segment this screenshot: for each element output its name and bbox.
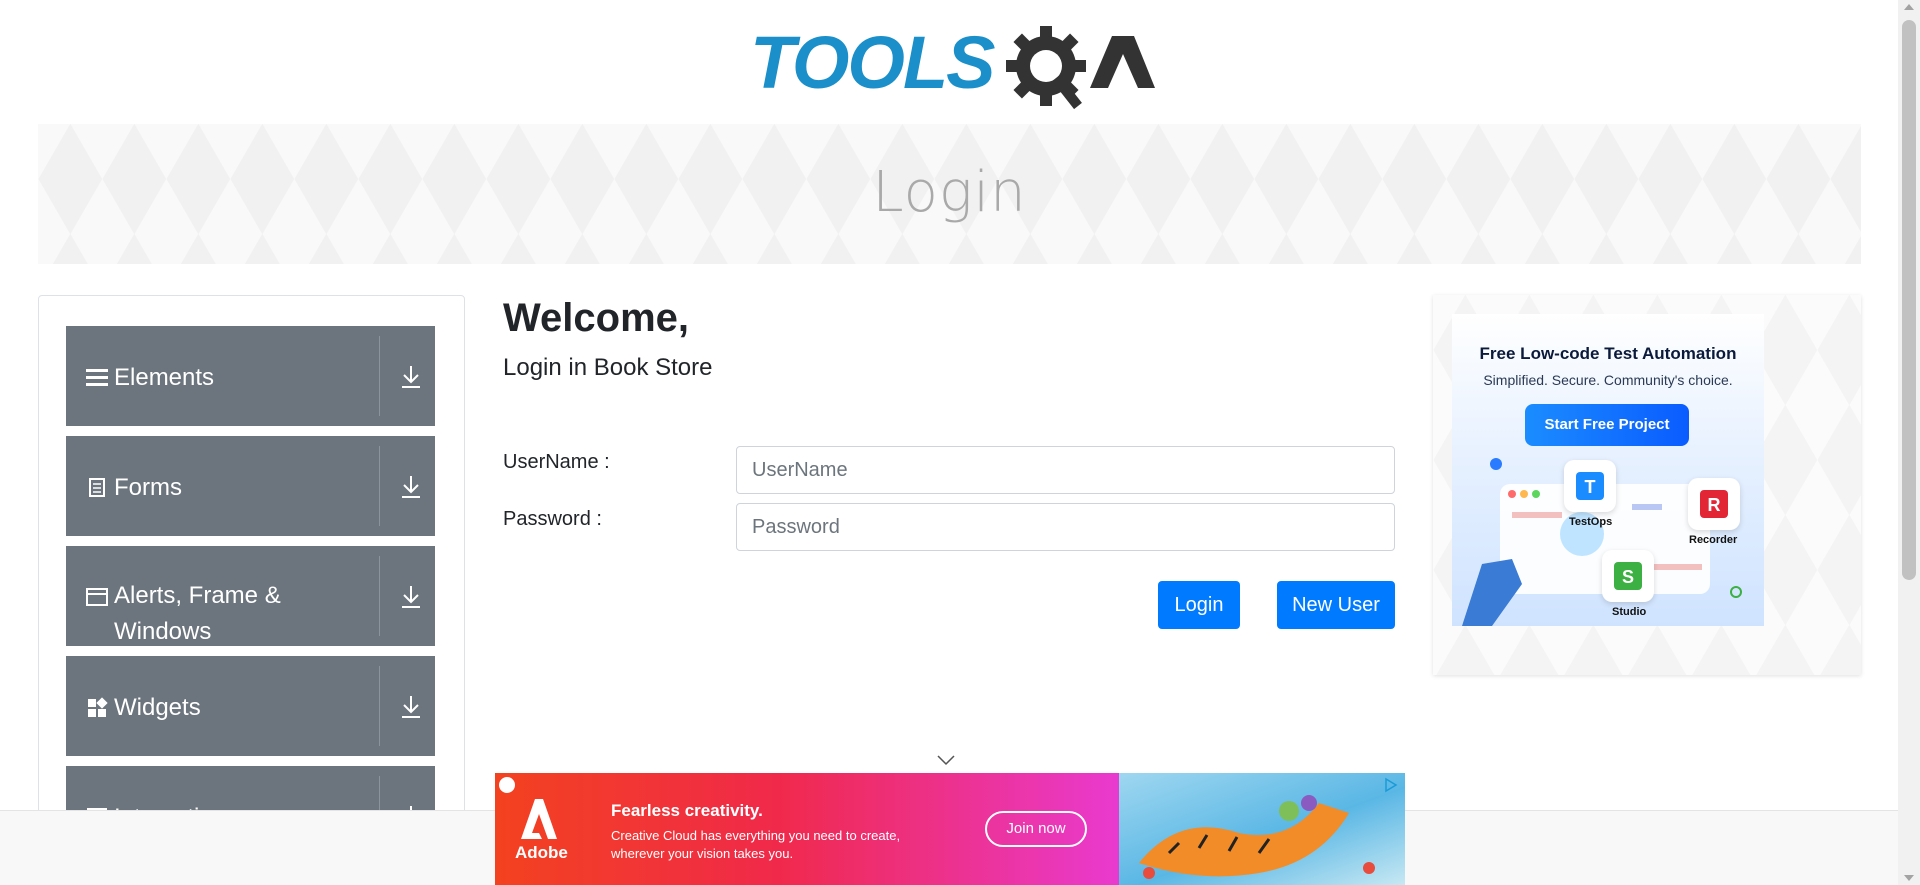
menu-divider	[379, 446, 380, 526]
ad-left-panel: Adobe Fearless creativity. Creative Clou…	[495, 773, 1119, 885]
download-arrow-icon[interactable]	[399, 474, 423, 500]
adobe-brand: Adobe	[515, 843, 568, 862]
sidebar-group-label: Widgets	[114, 694, 201, 721]
testops-tile: T	[1564, 460, 1616, 512]
username-input[interactable]	[736, 446, 1395, 494]
vertical-scrollbar[interactable]	[1898, 0, 1920, 885]
sidebar-group-label: Alerts, Frame &	[114, 582, 281, 609]
ad-body: Creative Cloud has everything you need t…	[611, 828, 901, 861]
sidebar-group-widgets[interactable]: Widgets	[66, 656, 435, 756]
new-user-button[interactable]: New User	[1277, 581, 1395, 629]
sidebar-group-alerts-frames-windows[interactable]: Alerts, Frame & Windows	[66, 546, 435, 646]
download-arrow-icon[interactable]	[399, 694, 423, 720]
svg-text:S: S	[1622, 567, 1634, 587]
tiger-illustration	[1139, 795, 1375, 879]
adobe-logo-icon	[521, 799, 557, 839]
hamburger-icon	[86, 369, 108, 386]
download-arrow-icon[interactable]	[399, 584, 423, 610]
adobe-banner-ad[interactable]: Adobe Fearless creativity. Creative Clou…	[495, 773, 1405, 885]
recorder-icon: R	[1700, 490, 1728, 518]
testops-label: TestOps	[1569, 516, 1613, 528]
toolsqa-logo[interactable]: TOOLS	[750, 18, 1155, 113]
studio-label: Studio	[1612, 606, 1647, 618]
page-title: Login	[872, 160, 1027, 225]
menu-divider	[379, 336, 380, 416]
ad-title: Free Low-code Test Automation	[1479, 344, 1737, 363]
window-icon	[86, 588, 108, 606]
ad-illustration-panel	[1119, 773, 1405, 885]
studio-icon: S	[1614, 562, 1642, 590]
recorder-label: Recorder	[1689, 534, 1738, 546]
scroll-thumb[interactable]	[1902, 20, 1916, 580]
ad-headline: Fearless creativity.	[611, 801, 763, 820]
scroll-down-arrow-icon[interactable]	[1904, 875, 1914, 881]
sidebar-group-forms[interactable]: Forms	[66, 436, 435, 536]
page-banner: Login	[38, 124, 1861, 264]
ad-cta-button[interactable]: Start Free Project	[1525, 404, 1689, 446]
header: TOOLS	[0, 0, 1898, 124]
document-icon	[89, 478, 105, 497]
left-sidebar: Elements Forms Alerts, Frame & Windows W…	[38, 295, 465, 885]
recorder-tile: R	[1688, 478, 1740, 530]
ad-privacy-icon[interactable]	[499, 777, 515, 793]
katalon-ad[interactable]: Free Low-code Test Automation Simplified…	[1452, 314, 1764, 626]
login-button[interactable]: Login	[1158, 581, 1240, 629]
widgets-icon	[88, 697, 108, 717]
sidebar-group-label-line2: Windows	[114, 618, 212, 645]
sidebar-group-label: Elements	[114, 364, 215, 391]
svg-text:T: T	[1585, 477, 1596, 497]
menu-divider	[379, 666, 380, 746]
svg-text:TOOLS: TOOLS	[750, 21, 995, 104]
ad-subtitle: Simplified. Secure. Community's choice.	[1483, 372, 1733, 388]
svg-text:R: R	[1708, 495, 1721, 515]
scroll-up-arrow-icon[interactable]	[1904, 4, 1914, 10]
sidebar-group-elements[interactable]: Elements	[66, 326, 435, 426]
username-label: UserName :	[503, 451, 610, 473]
studio-tile: S	[1602, 550, 1654, 602]
login-subtitle: Login in Book Store	[503, 354, 713, 381]
download-arrow-icon[interactable]	[399, 364, 423, 390]
testops-icon: T	[1576, 472, 1604, 500]
ad-choices-icon[interactable]	[1383, 777, 1399, 793]
right-advertisement: Free Low-code Test Automation Simplified…	[1433, 295, 1861, 675]
welcome-heading: Welcome,	[503, 296, 689, 340]
chevron-down-icon[interactable]	[936, 754, 956, 766]
password-input[interactable]	[736, 503, 1395, 551]
password-label: Password :	[503, 508, 602, 530]
join-now-button[interactable]: Join now	[985, 811, 1087, 847]
sidebar-group-label: Forms	[114, 474, 182, 501]
menu-divider	[379, 556, 380, 636]
login-page: TOOLS Login Elements Forms Alerts, Frame…	[0, 0, 1920, 885]
